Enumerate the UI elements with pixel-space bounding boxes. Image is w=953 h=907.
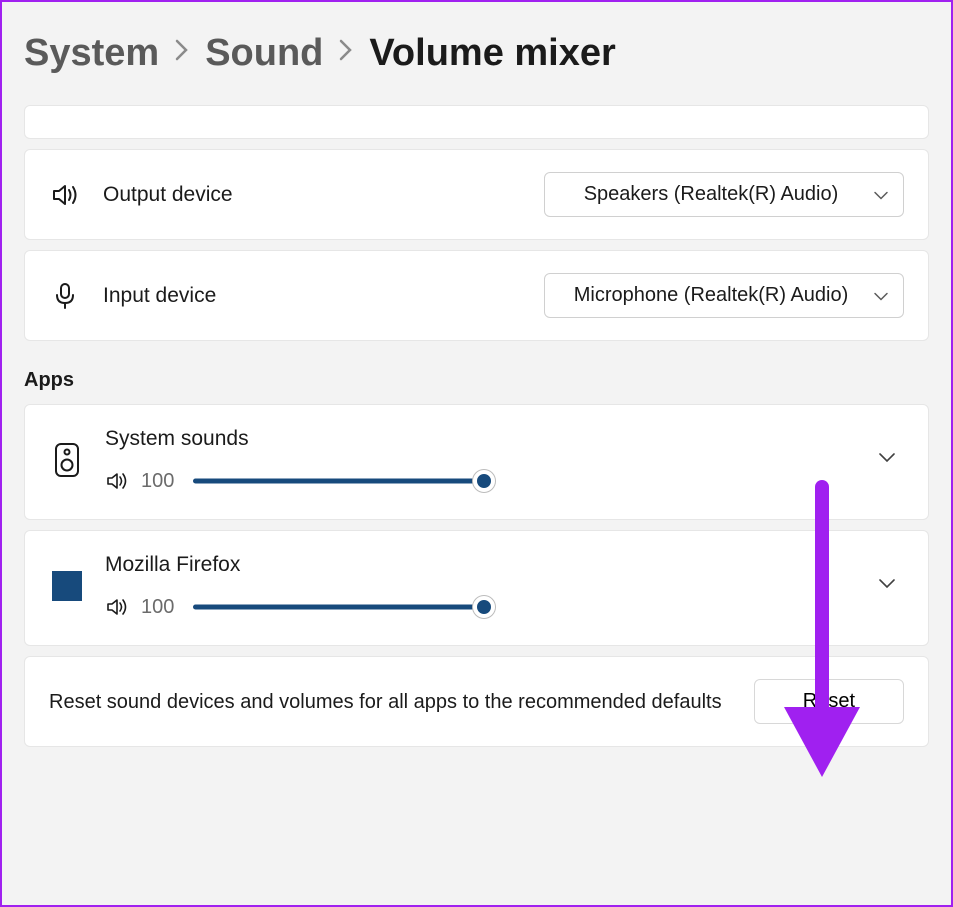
input-device-select[interactable]: Microphone (Realtek(R) Audio) (544, 273, 904, 318)
expand-button[interactable] (870, 443, 904, 477)
chevron-right-icon (339, 39, 353, 68)
app-row-firefox: Mozilla Firefox 100 (24, 530, 929, 646)
output-device-card: Output device Speakers (Realtek(R) Audio… (24, 149, 929, 240)
speaker-icon (49, 179, 81, 211)
volume-slider[interactable] (193, 474, 493, 488)
reset-button[interactable]: Reset (754, 679, 904, 724)
apps-header: Apps (24, 369, 929, 392)
breadcrumb: System Sound Volume mixer (24, 32, 929, 75)
chevron-down-icon (873, 183, 889, 206)
output-device-select[interactable]: Speakers (Realtek(R) Audio) (544, 172, 904, 217)
reset-card: Reset sound devices and volumes for all … (24, 656, 929, 747)
page-title: Volume mixer (369, 32, 615, 75)
output-device-label: Output device (103, 183, 522, 207)
chevron-down-icon (873, 284, 889, 307)
app-row-system-sounds: System sounds 100 (24, 404, 929, 520)
card-partial (24, 105, 929, 139)
microphone-icon (49, 280, 81, 312)
input-device-value: Microphone (Realtek(R) Audio) (574, 284, 849, 306)
reset-description: Reset sound devices and volumes for all … (49, 687, 734, 717)
volume-icon[interactable] (105, 469, 129, 493)
output-device-value: Speakers (Realtek(R) Audio) (584, 183, 839, 205)
volume-value: 100 (141, 470, 181, 493)
volume-slider[interactable] (193, 600, 493, 614)
firefox-icon (52, 571, 82, 601)
expand-button[interactable] (870, 569, 904, 603)
input-device-card: Input device Microphone (Realtek(R) Audi… (24, 250, 929, 341)
breadcrumb-system[interactable]: System (24, 32, 159, 75)
system-sounds-icon (51, 444, 83, 476)
app-name-label: System sounds (105, 427, 850, 451)
chevron-right-icon (175, 39, 189, 68)
app-name-label: Mozilla Firefox (105, 553, 850, 577)
volume-value: 100 (141, 596, 181, 619)
breadcrumb-sound[interactable]: Sound (205, 32, 323, 75)
input-device-label: Input device (103, 284, 522, 308)
volume-icon[interactable] (105, 595, 129, 619)
